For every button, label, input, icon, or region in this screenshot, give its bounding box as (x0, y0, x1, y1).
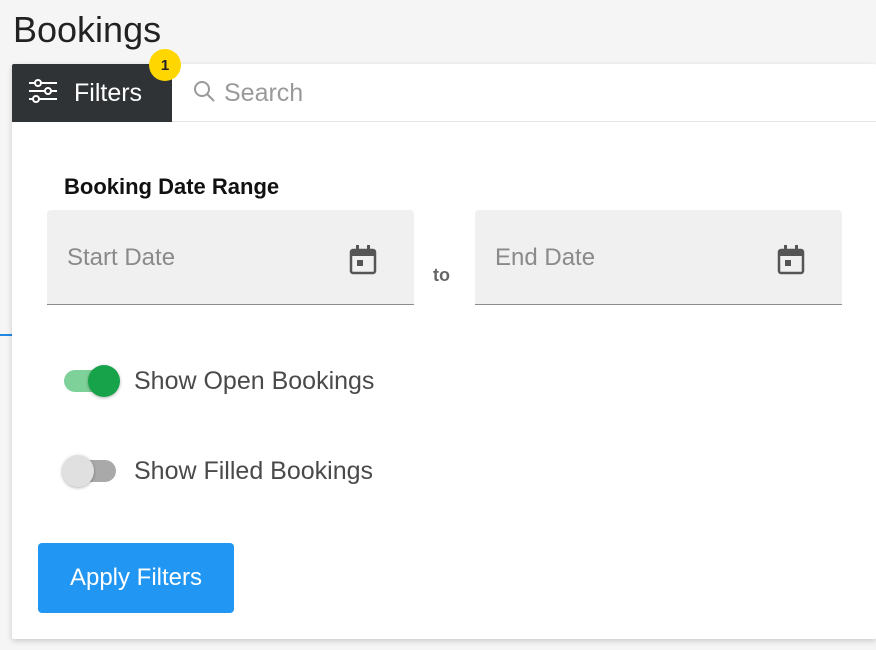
calendar-icon[interactable] (348, 244, 378, 281)
page: Bookings Filters 1 Search Booking Date R… (0, 0, 876, 650)
date-range-title: Booking Date Range (64, 174, 280, 199)
filter-count-badge: 1 (149, 49, 181, 81)
filters-panel: Filters 1 Booking Date Range Start Date (12, 49, 876, 639)
apply-filters-button[interactable]: Apply Filters (38, 543, 234, 613)
start-date-placeholder: Start Date (67, 244, 176, 271)
show-filled-bookings-toggle-row[interactable]: Show Filled Bookings (62, 454, 373, 488)
start-date-field[interactable]: Start Date (47, 210, 414, 305)
filter-toolbar: Filters 1 (12, 49, 876, 122)
search-icon (192, 79, 216, 108)
sliders-icon (28, 78, 58, 109)
show-filled-bookings-switch[interactable] (62, 454, 120, 488)
filters-label: Filters (74, 79, 143, 107)
show-open-bookings-toggle-row[interactable]: Show Open Bookings (62, 364, 374, 398)
background-accent-line (0, 334, 12, 336)
search-input[interactable] (224, 78, 824, 108)
filters-toggle-button[interactable]: Filters (12, 64, 172, 122)
show-open-bookings-switch[interactable] (62, 364, 120, 398)
switch-thumb (62, 455, 94, 487)
switch-thumb (88, 365, 120, 397)
end-date-field[interactable]: End Date (475, 210, 842, 305)
date-range-separator: to (433, 265, 450, 285)
end-date-placeholder: End Date (495, 244, 596, 271)
search-box (192, 64, 852, 122)
show-filled-bookings-label: Show Filled Bookings (134, 456, 374, 485)
page-title: Bookings (13, 9, 162, 50)
show-open-bookings-label: Show Open Bookings (134, 366, 375, 395)
calendar-icon[interactable] (776, 244, 806, 281)
